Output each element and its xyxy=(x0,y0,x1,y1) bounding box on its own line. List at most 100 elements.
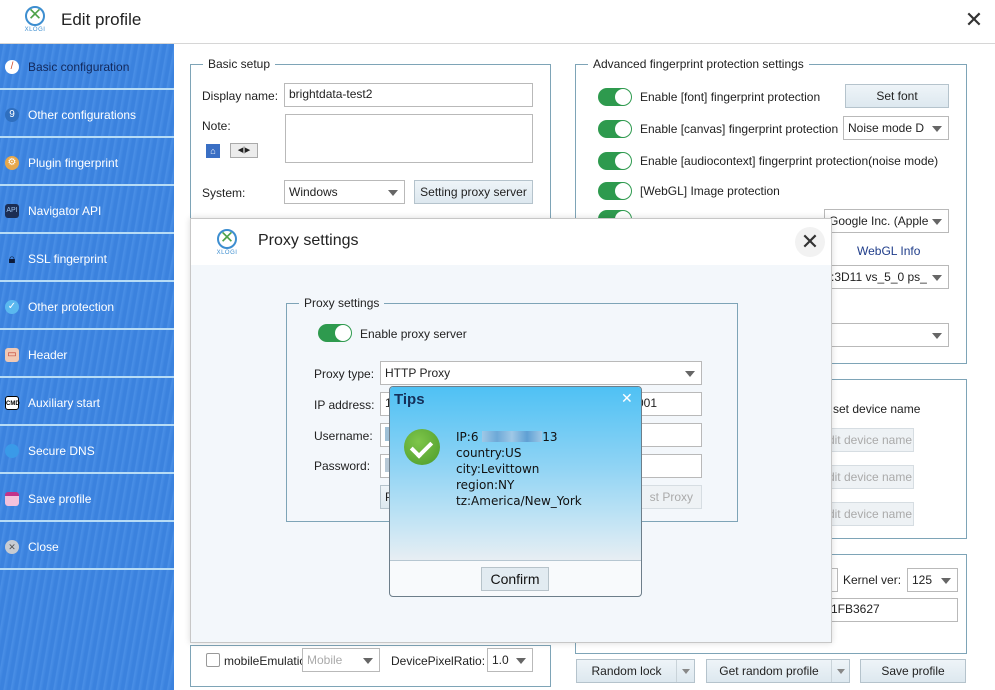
username-label: Username: xyxy=(314,429,373,443)
plugin-icon: ⚙ xyxy=(5,156,19,170)
port-input[interactable]: 001 xyxy=(632,392,702,416)
note-label: Note: xyxy=(202,119,231,133)
set-font-button[interactable]: Set font xyxy=(845,84,949,108)
proxy-check-result: IP:6 13 country:US city:Levittown region… xyxy=(456,429,582,509)
get-random-profile-button[interactable]: Get random profile xyxy=(706,659,850,683)
sidebar-item-ssl-fingerprint[interactable]: 🔒︎ SSL fingerprint xyxy=(0,236,174,282)
sidebar-item-save-profile[interactable]: Save profile xyxy=(0,476,174,522)
sidebar-item-secure-dns[interactable]: Secure DNS xyxy=(0,428,174,474)
cmd-icon: CMD xyxy=(5,396,20,410)
advanced-legend: Advanced fingerprint protection settings xyxy=(593,57,804,71)
sidebar-item-other-protection[interactable]: ✓ Other protection xyxy=(0,284,174,330)
sidebar-item-auxiliary-start[interactable]: CMD Auxiliary start xyxy=(0,380,174,426)
chevron-down-icon xyxy=(363,658,373,664)
close-icon[interactable]: ✕ xyxy=(960,6,988,34)
proxy-type-select[interactable]: HTTP Proxy xyxy=(380,361,702,385)
country-line: country:US xyxy=(456,446,522,460)
webgl-image-protection-toggle[interactable] xyxy=(598,182,632,200)
webgl-renderer-value: :3D11 vs_5_0 ps_ xyxy=(831,270,927,284)
ip-line: IP:6 13 xyxy=(456,430,558,444)
chevron-down-icon xyxy=(516,658,526,664)
api-icon: API xyxy=(5,204,19,218)
enable-proxy-toggle[interactable] xyxy=(318,324,352,342)
sidebar-item-plugin-fingerprint[interactable]: ⚙ Plugin fingerprint xyxy=(0,140,174,186)
lock-icon: 🔒︎ xyxy=(8,251,16,266)
sidebar: / Basic configuration 9 Other configurat… xyxy=(0,44,174,690)
window-title: Edit profile xyxy=(61,10,142,29)
proxy-type-value: HTTP Proxy xyxy=(385,366,451,380)
basic-setup-legend: Basic setup xyxy=(208,57,271,71)
close-icon[interactable]: ✕ xyxy=(795,227,825,257)
arrow-left-icon[interactable]: ◀ xyxy=(238,147,243,154)
proxy-type-label: Proxy type: xyxy=(314,367,375,381)
font-protection-toggle[interactable] xyxy=(598,88,632,106)
chevron-down-icon xyxy=(685,371,695,377)
font-protection-label: Enable [font] fingerprint protection xyxy=(640,90,821,104)
dns-icon xyxy=(5,444,19,458)
confirm-button[interactable]: Confirm xyxy=(481,567,549,591)
profile-id-field[interactable]: 1FB3627 xyxy=(826,598,958,622)
display-name-input[interactable]: brightdata-test2 xyxy=(284,83,533,107)
get-random-profile-label: Get random profile xyxy=(719,664,819,678)
display-name-label: Display name: xyxy=(202,89,279,103)
password-label: Password: xyxy=(314,459,371,473)
canvas-mode-value: Noise mode D xyxy=(848,121,925,135)
header-icon: ▭ xyxy=(5,348,19,362)
chevron-down-icon xyxy=(932,275,942,281)
title-bar: ✕ XLOGI Edit profile ✕ xyxy=(0,0,995,44)
close-circle-icon: ✕ xyxy=(5,540,19,554)
success-check-icon xyxy=(404,429,440,465)
audiocontext-protection-toggle[interactable] xyxy=(598,152,632,170)
setting-proxy-server-button[interactable]: Setting proxy server xyxy=(414,180,533,204)
sidebar-item-other-configurations[interactable]: 9 Other configurations xyxy=(0,92,174,138)
region-line: region:NY xyxy=(456,478,515,492)
random-lock-button[interactable]: Random lock xyxy=(576,659,695,683)
redacted-ip xyxy=(482,431,543,442)
chevron-down-icon xyxy=(932,333,942,339)
random-lock-dropdown-icon[interactable] xyxy=(676,660,694,682)
mobile-device-select[interactable]: Mobile xyxy=(302,648,380,672)
canvas-protection-toggle[interactable] xyxy=(598,120,632,138)
chevron-down-icon xyxy=(388,190,398,196)
webgl-extra-select[interactable] xyxy=(826,323,949,347)
kernel-version-select[interactable]: 125 xyxy=(907,568,958,592)
device-pixel-ratio-select[interactable]: 1.0 xyxy=(487,648,533,672)
webgl-info-link[interactable]: WebGL Info xyxy=(857,244,920,258)
arrow-right-icon[interactable]: ▶ xyxy=(245,147,250,154)
close-icon[interactable]: ✕ xyxy=(621,390,633,407)
sidebar-item-basic-configuration[interactable]: / Basic configuration xyxy=(0,44,174,90)
set-device-name-label: set device name xyxy=(833,402,921,416)
edit-device-name-button-2[interactable]: dit device name xyxy=(826,465,914,489)
proxy-settings-legend: Proxy settings xyxy=(304,296,380,310)
kernel-version-value: 125 xyxy=(912,573,933,587)
proxy-dialog-header: ✕ XLOGI Proxy settings ✕ xyxy=(191,219,831,265)
webgl-vendor-select[interactable]: Google Inc. (Apple xyxy=(824,209,949,233)
enable-proxy-label: Enable proxy server xyxy=(360,327,467,341)
xlogin-logo-icon: ✕ XLOGI xyxy=(216,228,238,256)
edit-device-name-button-1[interactable]: dit device name xyxy=(826,428,914,452)
system-select[interactable]: Windows xyxy=(284,180,405,204)
system-select-value: Windows xyxy=(289,185,338,199)
city-line: city:Levittown xyxy=(456,462,540,476)
get-random-profile-dropdown-icon[interactable] xyxy=(831,660,849,682)
sidebar-item-header[interactable]: ▭ Header xyxy=(0,332,174,378)
mobile-emulation-checkbox[interactable] xyxy=(206,653,220,667)
canvas-mode-select[interactable]: Noise mode D xyxy=(843,116,949,140)
note-textarea[interactable] xyxy=(285,114,533,163)
webgl-image-protection-label: [WebGL] Image protection xyxy=(640,184,780,198)
test-proxy-button[interactable]: st Proxy xyxy=(632,485,702,509)
compass-icon: / xyxy=(5,60,19,74)
shield-icon: ✓ xyxy=(5,300,19,314)
chevron-down-icon xyxy=(941,578,951,584)
device-pixel-ratio-value: 1.0 xyxy=(492,653,509,667)
sidebar-item-close[interactable]: ✕ Close xyxy=(0,524,174,570)
webgl-renderer-select[interactable]: :3D11 vs_5_0 ps_ xyxy=(826,265,949,289)
note-nav-arrows[interactable]: ◀|▶ xyxy=(230,143,258,158)
save-profile-button[interactable]: Save profile xyxy=(860,659,966,683)
tips-body: Tips ✕ IP:6 13 country:US city:Levittown… xyxy=(390,387,641,561)
sidebar-item-navigator-api[interactable]: API Navigator API xyxy=(0,188,174,234)
random-lock-label: Random lock xyxy=(591,664,662,678)
timezone-line: tz:America/New_York xyxy=(456,494,582,508)
edit-device-name-button-3[interactable]: dit device name xyxy=(826,502,914,526)
home-icon[interactable]: ⌂ xyxy=(206,144,220,158)
